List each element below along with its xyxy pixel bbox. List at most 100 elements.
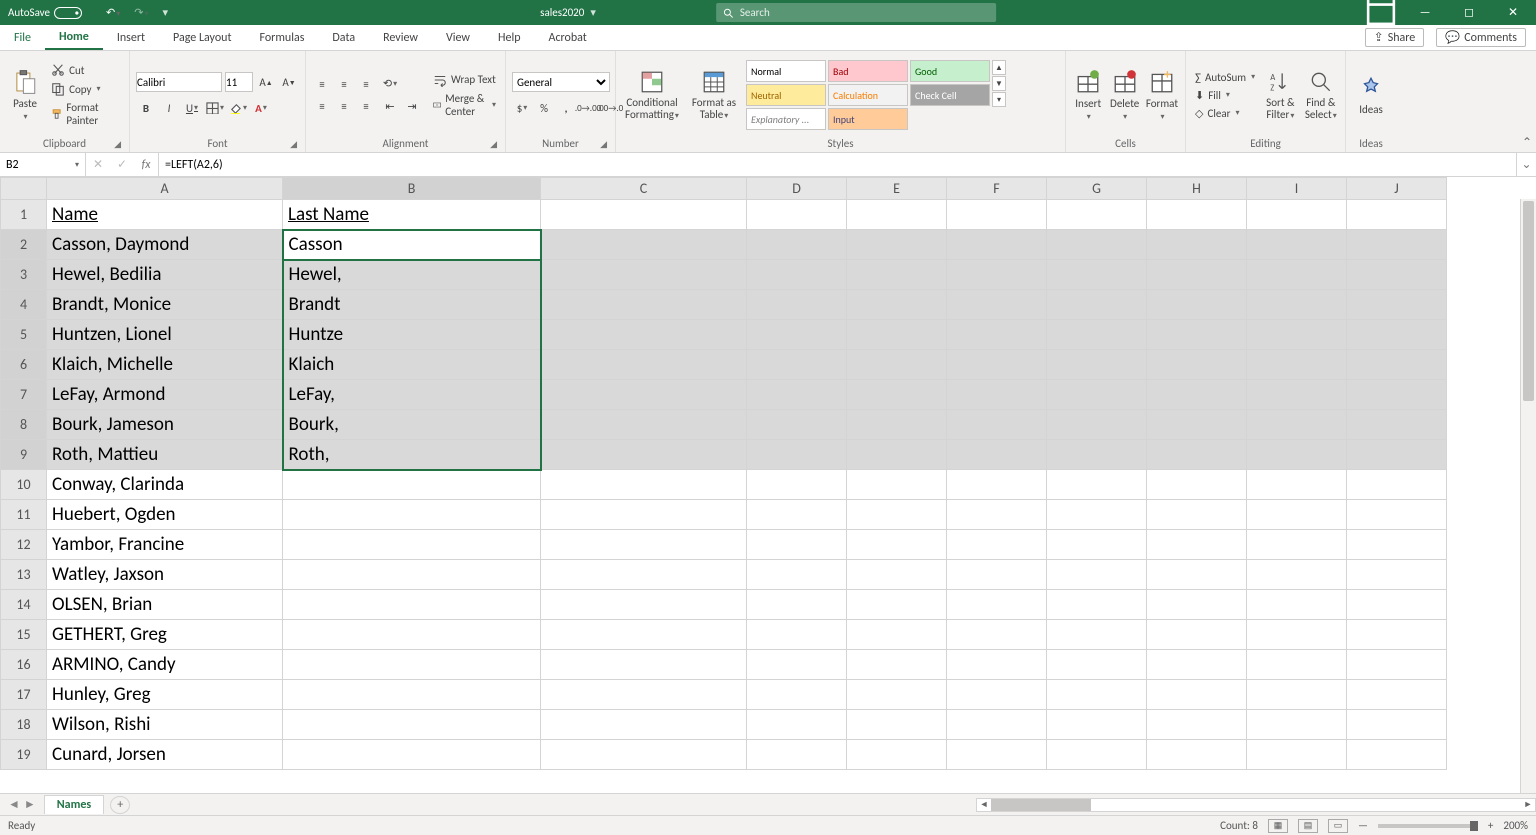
cell-D8[interactable]	[747, 410, 847, 440]
cell-I18[interactable]	[1247, 710, 1347, 740]
cell-A12[interactable]: Yambor, Francine	[47, 530, 283, 560]
cell-G19[interactable]	[1047, 740, 1147, 770]
cell-D12[interactable]	[747, 530, 847, 560]
cell-I15[interactable]	[1247, 620, 1347, 650]
cell-A11[interactable]: Huebert, Ogden	[47, 500, 283, 530]
format-cells-button[interactable]: Format▾	[1145, 60, 1179, 130]
cell-C16[interactable]	[541, 650, 747, 680]
tab-help[interactable]: Help	[484, 25, 535, 50]
align-top[interactable]: ≡	[312, 74, 332, 94]
qat-customize-icon[interactable]: ▾	[158, 6, 172, 19]
cell-C1[interactable]	[541, 200, 747, 230]
cell-B7[interactable]: LeFay,	[283, 380, 541, 410]
ideas-button[interactable]: Ideas	[1352, 60, 1390, 130]
tab-acrobat[interactable]: Acrobat	[535, 25, 601, 50]
cell-H19[interactable]	[1147, 740, 1247, 770]
zoom-level[interactable]: 200%	[1503, 819, 1528, 832]
cell-G10[interactable]	[1047, 470, 1147, 500]
row-header-17[interactable]: 17	[1, 680, 47, 710]
underline-button[interactable]: U▾	[182, 98, 202, 118]
tab-insert[interactable]: Insert	[103, 25, 159, 50]
cell-J10[interactable]	[1347, 470, 1447, 500]
cell-D5[interactable]	[747, 320, 847, 350]
cell-I14[interactable]	[1247, 590, 1347, 620]
cell-B9[interactable]: Roth,	[283, 440, 541, 470]
fill-button[interactable]: ⬇Fill▾	[1192, 88, 1258, 103]
cell-F5[interactable]	[947, 320, 1047, 350]
col-header-D[interactable]: D	[747, 178, 847, 200]
cell-E2[interactable]	[847, 230, 947, 260]
style-cell-bad[interactable]: Bad	[828, 60, 908, 82]
cell-E11[interactable]	[847, 500, 947, 530]
cell-A16[interactable]: ARMINO, Candy	[47, 650, 283, 680]
cell-J15[interactable]	[1347, 620, 1447, 650]
col-header-C[interactable]: C	[541, 178, 747, 200]
font-name-input[interactable]	[136, 72, 222, 92]
cell-D13[interactable]	[747, 560, 847, 590]
col-header-F[interactable]: F	[947, 178, 1047, 200]
col-header-E[interactable]: E	[847, 178, 947, 200]
cell-D3[interactable]	[747, 260, 847, 290]
row-header-11[interactable]: 11	[1, 500, 47, 530]
col-header-B[interactable]: B	[283, 178, 541, 200]
redo-icon[interactable]: ↷▾	[130, 6, 152, 19]
cell-A15[interactable]: GETHERT, Greg	[47, 620, 283, 650]
cell-B10[interactable]	[283, 470, 541, 500]
cell-F15[interactable]	[947, 620, 1047, 650]
cell-H18[interactable]	[1147, 710, 1247, 740]
cell-F16[interactable]	[947, 650, 1047, 680]
cell-C8[interactable]	[541, 410, 747, 440]
cell-E16[interactable]	[847, 650, 947, 680]
cell-B4[interactable]: Brandt	[283, 290, 541, 320]
cell-C11[interactable]	[541, 500, 747, 530]
paste-button[interactable]: Paste▾	[6, 60, 44, 130]
cell-G11[interactable]	[1047, 500, 1147, 530]
cell-A5[interactable]: Huntzen, Lionel	[47, 320, 283, 350]
cell-H11[interactable]	[1147, 500, 1247, 530]
cell-G15[interactable]	[1047, 620, 1147, 650]
cell-I6[interactable]	[1247, 350, 1347, 380]
cell-D2[interactable]	[747, 230, 847, 260]
cell-B11[interactable]	[283, 500, 541, 530]
cell-C7[interactable]	[541, 380, 747, 410]
cell-F18[interactable]	[947, 710, 1047, 740]
row-header-1[interactable]: 1	[1, 200, 47, 230]
tab-review[interactable]: Review	[369, 25, 432, 50]
cut-button[interactable]: Cut	[48, 62, 123, 78]
zoom-in-button[interactable]: +	[1488, 819, 1493, 832]
cell-G8[interactable]	[1047, 410, 1147, 440]
cell-E15[interactable]	[847, 620, 947, 650]
sheet-nav-prev[interactable]: ◄	[8, 797, 20, 812]
cell-I13[interactable]	[1247, 560, 1347, 590]
cell-J7[interactable]	[1347, 380, 1447, 410]
cell-H10[interactable]	[1147, 470, 1247, 500]
increase-decimal[interactable]: .0→.00	[578, 98, 598, 118]
format-painter-button[interactable]: Format Painter	[48, 100, 123, 128]
cell-B18[interactable]	[283, 710, 541, 740]
cell-J18[interactable]	[1347, 710, 1447, 740]
cell-C15[interactable]	[541, 620, 747, 650]
cell-G6[interactable]	[1047, 350, 1147, 380]
cell-J11[interactable]	[1347, 500, 1447, 530]
align-center[interactable]: ≡	[334, 96, 354, 116]
cell-B13[interactable]	[283, 560, 541, 590]
autosave-toggle[interactable]: AutoSave ●	[8, 6, 82, 19]
cell-G3[interactable]	[1047, 260, 1147, 290]
cell-C13[interactable]	[541, 560, 747, 590]
cell-F6[interactable]	[947, 350, 1047, 380]
cell-F2[interactable]	[947, 230, 1047, 260]
cell-I5[interactable]	[1247, 320, 1347, 350]
cell-C12[interactable]	[541, 530, 747, 560]
select-all-corner[interactable]	[1, 178, 47, 200]
style-cell-good[interactable]: Good	[910, 60, 990, 82]
col-header-G[interactable]: G	[1047, 178, 1147, 200]
cell-J2[interactable]	[1347, 230, 1447, 260]
cell-J14[interactable]	[1347, 590, 1447, 620]
cell-G18[interactable]	[1047, 710, 1147, 740]
cell-F13[interactable]	[947, 560, 1047, 590]
delete-cells-button[interactable]: Delete▾	[1108, 60, 1140, 130]
sort-filter-button[interactable]: AZSort &Filter▾	[1262, 60, 1298, 130]
cell-B19[interactable]	[283, 740, 541, 770]
styles-more[interactable]: ▾	[992, 92, 1006, 107]
style-cell-input[interactable]: Input	[828, 108, 908, 130]
